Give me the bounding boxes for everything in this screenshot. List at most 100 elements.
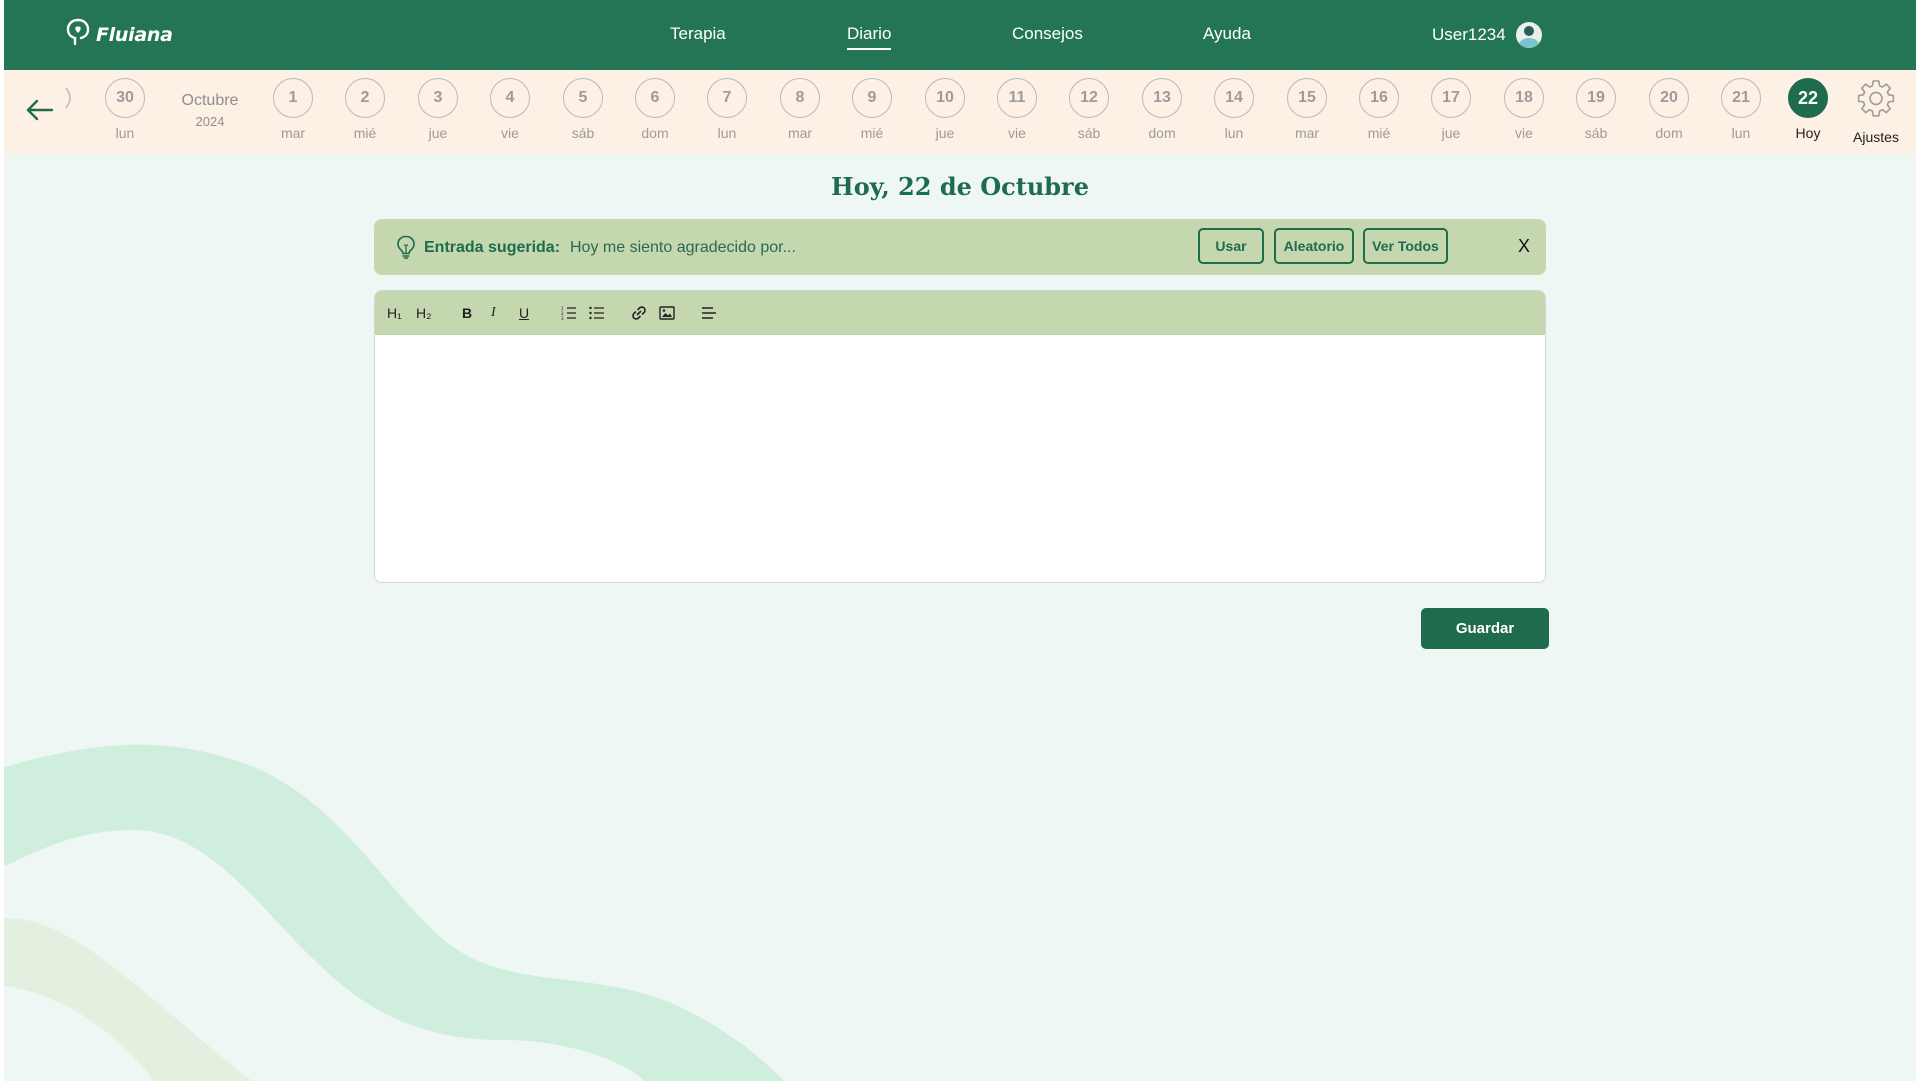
day-number: 20 [1649,78,1689,118]
heading2-button[interactable]: H₂ [416,304,432,322]
day-30[interactable]: 30 lun [104,78,146,141]
bullet-list-icon[interactable] [589,304,605,322]
day-of-week: mié [860,125,884,141]
brand-logo[interactable]: Fluiana [66,18,173,51]
day-of-week: dom [641,125,669,141]
settings-button[interactable]: Ajustes [1840,78,1912,145]
day-number: 10 [925,78,965,118]
day-15[interactable]: 15 mar [1286,78,1328,141]
day-18[interactable]: 18 vie [1503,78,1545,141]
day-of-week: sáb [571,125,595,141]
day-number: 22 [1788,78,1828,118]
suggestion-text: Hoy me siento agradecido por... [570,239,796,256]
bold-button[interactable]: B [462,304,472,322]
day-21[interactable]: 21 lun [1720,78,1762,141]
day-of-week: jue [1441,125,1461,141]
day-of-week: mar [1294,125,1320,141]
day-6[interactable]: 6 dom [634,78,676,141]
day-of-week: sáb [1077,125,1101,141]
day-today[interactable]: 22 Hoy [1787,78,1829,141]
day-20[interactable]: 20 dom [1648,78,1690,141]
decorative-wave [4,744,784,1081]
day-number: 8 [780,78,820,118]
day-8[interactable]: 8 mar [779,78,821,141]
user-menu[interactable]: User1234 [1432,22,1542,48]
brand-name: Fluiana [96,23,173,46]
day-number: 14 [1214,78,1254,118]
day-number: 17 [1431,78,1471,118]
day-11[interactable]: 11 vie [996,78,1038,141]
day-13[interactable]: 13 dom [1141,78,1183,141]
svg-text:3: 3 [561,316,564,320]
day-number: 6 [635,78,675,118]
day-of-week: sáb [1584,125,1608,141]
day-number: 13 [1142,78,1182,118]
suggestion-bar: Entrada sugerida: Hoy me siento agradeci… [374,219,1546,275]
day-16[interactable]: 16 mié [1358,78,1400,141]
day-number: 18 [1504,78,1544,118]
day-of-week: vie [1008,125,1026,141]
day-number: 12 [1069,78,1109,118]
gear-icon [1856,80,1896,122]
day-of-week: mié [353,125,377,141]
underline-button[interactable]: U [519,304,529,322]
day-of-week: jue [428,125,448,141]
ordered-list-icon[interactable]: 123 [561,304,577,322]
month-label: Octubre 2024 [170,92,250,129]
image-icon[interactable] [659,304,675,322]
day-of-week: jue [935,125,955,141]
day-19[interactable]: 19 sáb [1575,78,1617,141]
day-of-week: dom [1148,125,1176,141]
day-1[interactable]: 1 mar [272,78,314,141]
nav-consejos[interactable]: Consejos [1012,24,1083,44]
link-icon[interactable] [631,304,647,322]
day-7[interactable]: 7 lun [706,78,748,141]
nav-diario[interactable]: Diario [847,24,892,50]
editor-content[interactable] [375,335,1545,582]
nav-terapia[interactable]: Terapia [670,24,726,44]
close-icon[interactable]: X [1518,236,1530,257]
date-strip: 30 lun Octubre 2024 1 mar 2 mié 3 jue 4 vie 5 sáb… [4,70,1916,154]
day-2[interactable]: 2 mié [344,78,386,141]
day-10[interactable]: 10 jue [924,78,966,141]
random-button[interactable]: Aleatorio [1274,228,1354,264]
avatar [1515,22,1542,48]
day-number: 4 [490,78,530,118]
day-of-week: mar [280,125,306,141]
day-number: 1 [273,78,313,118]
day-of-week: Hoy [1795,125,1821,141]
align-left-icon[interactable] [701,304,717,322]
day-number: 9 [852,78,892,118]
username: User1234 [1432,25,1506,44]
lightbulb-icon [396,235,416,264]
day-of-week: mié [1367,125,1391,141]
logo-icon [66,18,90,51]
top-nav: Fluiana Terapia Diario Consejos Ayuda Us… [4,0,1916,70]
day-of-week: lun [1224,125,1244,141]
partial-day-icon [64,86,76,110]
view-all-button[interactable]: Ver Todos [1363,228,1448,264]
save-button[interactable]: Guardar [1421,608,1549,649]
heading1-button[interactable]: H₁ [387,304,402,322]
day-3[interactable]: 3 jue [417,78,459,141]
italic-button[interactable]: I [491,304,496,322]
day-number: 21 [1721,78,1761,118]
app-frame: Fluiana Terapia Diario Consejos Ayuda Us… [4,0,1916,1081]
settings-label: Ajustes [1853,129,1899,145]
day-of-week: vie [501,125,519,141]
day-number: 15 [1287,78,1327,118]
day-of-week: lun [115,125,135,141]
day-12[interactable]: 12 sáb [1068,78,1110,141]
use-button[interactable]: Usar [1198,228,1264,264]
nav-ayuda[interactable]: Ayuda [1203,24,1251,44]
day-number: 16 [1359,78,1399,118]
back-arrow-icon[interactable] [24,98,54,127]
day-of-week: mar [787,125,813,141]
day-5[interactable]: 5 sáb [562,78,604,141]
day-number: 5 [563,78,603,118]
day-9[interactable]: 9 mié [851,78,893,141]
day-17[interactable]: 17 jue [1430,78,1472,141]
day-14[interactable]: 14 lun [1213,78,1255,141]
day-number: 3 [418,78,458,118]
day-4[interactable]: 4 vie [489,78,531,141]
